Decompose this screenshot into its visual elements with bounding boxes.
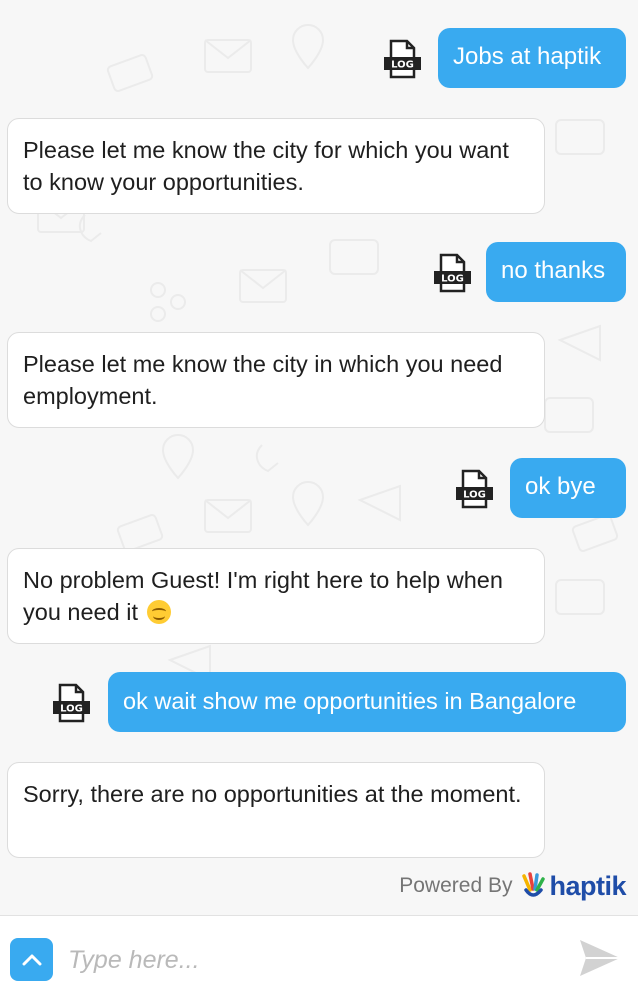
- log-icon[interactable]: LOG: [51, 683, 91, 723]
- send-icon[interactable]: [578, 938, 622, 978]
- smiling-face-emoji-icon: [146, 600, 171, 624]
- user-message-bubble: Jobs at haptik: [438, 28, 626, 88]
- user-message-bubble: no thanks: [486, 242, 626, 302]
- log-icon[interactable]: LOG: [454, 469, 494, 509]
- powered-by-label: Powered By: [399, 874, 513, 897]
- bot-message-bubble: Please let me know the city in which you…: [7, 332, 545, 428]
- user-message-bubble: ok bye: [510, 458, 626, 518]
- message-composer: [0, 915, 638, 1002]
- powered-by-haptik[interactable]: Powered By haptik: [399, 868, 626, 904]
- bot-message-bubble: Please let me know the city for which yo…: [7, 118, 545, 214]
- message-row: LOG Jobs at haptik: [0, 28, 638, 88]
- bot-message-bubble: Sorry, there are no opportunities at the…: [7, 762, 545, 858]
- menu-toggle-button[interactable]: [10, 938, 53, 981]
- message-row: LOG no thanks: [0, 242, 638, 302]
- message-row: LOG ok bye: [0, 458, 638, 518]
- bot-message-bubble: No problem Guest! I'm right here to help…: [7, 548, 545, 644]
- log-icon[interactable]: LOG: [382, 39, 422, 79]
- message-row: LOG ok wait show me opportunities in Ban…: [0, 672, 638, 732]
- haptik-brand-text: haptik: [549, 870, 626, 901]
- message-input[interactable]: [68, 940, 538, 980]
- svg-text:LOG: LOG: [60, 704, 83, 715]
- log-icon[interactable]: LOG: [432, 253, 472, 293]
- svg-text:LOG: LOG: [391, 60, 414, 71]
- haptik-hand-icon: [522, 872, 546, 897]
- svg-text:LOG: LOG: [463, 490, 486, 501]
- chevron-up-icon: [22, 954, 41, 965]
- haptik-logo: haptik: [520, 871, 626, 902]
- user-message-bubble: ok wait show me opportunities in Bangalo…: [108, 672, 626, 732]
- chat-transcript: LOG Jobs at haptik Please let me know th…: [0, 0, 638, 915]
- svg-text:LOG: LOG: [441, 274, 464, 285]
- bot-message-text: No problem Guest! I'm right here to help…: [23, 567, 503, 625]
